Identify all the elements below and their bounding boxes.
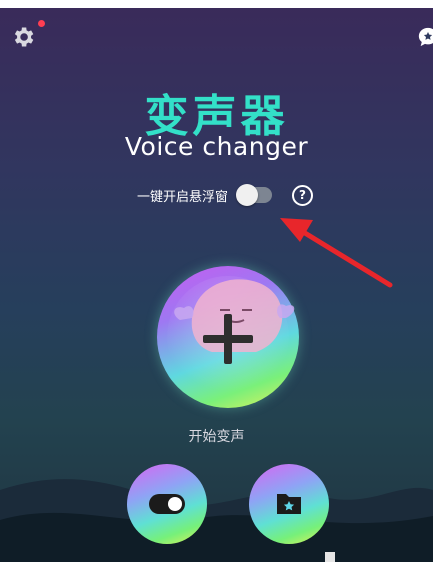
folder-star-icon — [277, 494, 301, 514]
plus-icon — [203, 314, 253, 364]
background-hills — [0, 479, 433, 562]
toggle-feature-button[interactable] — [127, 464, 207, 544]
toggle-icon-knob — [168, 497, 182, 511]
toggle-icon — [149, 494, 185, 514]
start-voice-change-label: 开始变声 — [188, 429, 245, 445]
saved-voices-button[interactable] — [249, 464, 329, 544]
bottom-fragment — [325, 552, 335, 562]
